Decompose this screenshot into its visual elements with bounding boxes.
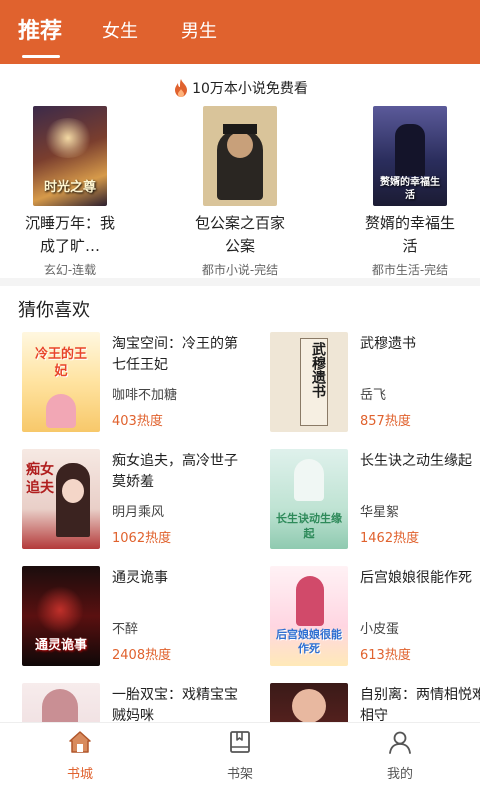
book-author: 咖啡不加糖 [112, 388, 178, 403]
book-cover: 武穆遗书 [270, 332, 348, 432]
bookshelf-icon [230, 731, 250, 753]
nav-bookshelf[interactable]: 书架 [200, 729, 280, 782]
book-cover: 长生诀动生缘起 [270, 449, 348, 549]
featured-book-title: 赘婿的幸福生活 [364, 214, 455, 255]
book-item-5[interactable]: 通灵诡事 通灵诡事 不醉 2408热度 [22, 566, 244, 670]
book-heat: 403热度 [112, 414, 163, 429]
section-title: 猜你喜欢 [18, 300, 90, 321]
book-title: 自别离：两情相悦难相守 [360, 687, 480, 724]
book-4-cover-lettering: 长生诀动生缘起 [276, 512, 342, 540]
book-title: 一胎双宝：戏精宝宝贼妈咪 [112, 687, 238, 724]
tab-boys-label: 男生 [181, 21, 217, 42]
book-heat: 1062热度 [112, 531, 172, 546]
featured-book-1[interactable]: 时光之尊 沉睡万年：我成了旷… 玄幻-连载 [20, 106, 120, 278]
book-title: 武穆遗书 [360, 336, 416, 352]
tab-girls[interactable]: 女生 [102, 0, 138, 64]
book-cover: 后宫娘娘很能作死 [270, 566, 348, 666]
nav-profile-label: 我的 [386, 767, 413, 782]
book-6-cover-lettering: 后宫娘娘很能作死 [276, 628, 342, 655]
nav-bookstore-label: 书城 [66, 767, 93, 782]
book-cover: 时光之尊 [33, 106, 107, 206]
book-title: 淘宝空间：冷王的第七任王妃 [112, 336, 238, 373]
book-author: 小皮蛋 [360, 622, 400, 637]
nav-profile[interactable]: 我的 [360, 729, 440, 782]
book-cover: 通灵诡事 [22, 566, 100, 666]
promo-banner[interactable]: 10万本小说免费看 [0, 76, 480, 100]
profile-icon [389, 731, 411, 754]
book-item-2[interactable]: 武穆遗书 武穆遗书 岳飞 857热度 [270, 332, 480, 436]
featured-3-cover-lettering: 赘婿的幸福生活 [380, 177, 440, 201]
book-author: 明月乘风 [112, 505, 165, 520]
section-divider [0, 278, 480, 286]
book-1-cover-lettering: 冷王的王妃 [34, 347, 87, 379]
book-heat: 857热度 [360, 414, 411, 429]
book-2-cover-lettering: 武穆遗书 [310, 342, 326, 398]
book-cover [203, 106, 277, 206]
book-cover: 赘婿的幸福生活 [373, 106, 447, 206]
book-item-4[interactable]: 长生诀动生缘起 长生诀之动生缘起 华星絮 1462热度 [270, 449, 480, 553]
home-icon [69, 731, 91, 753]
book-3-cover-lettering: 痴女追夫 [26, 462, 54, 496]
book-author: 岳飞 [360, 388, 387, 403]
book-author: 华星絮 [360, 505, 400, 520]
book-item-1[interactable]: 冷王的王妃 淘宝空间：冷王的第七任王妃 咖啡不加糖 403热度 [22, 332, 244, 436]
book-title: 长生诀之动生缘起 [360, 453, 472, 469]
featured-book-title: 沉睡万年：我成了旷… [24, 214, 115, 255]
book-title: 后宫娘娘很能作死 [360, 570, 472, 586]
bottom-nav: 书城 书架 我的 [0, 722, 480, 800]
book-cover: 痴女追夫 [22, 449, 100, 549]
nav-bookshelf-label: 书架 [226, 767, 253, 782]
featured-book-title: 包公案之百家公案 [194, 214, 285, 255]
top-tab-bar: 推荐 女生 男生 [0, 0, 480, 64]
book-item-6[interactable]: 后宫娘娘很能作死 后宫娘娘很能作死 小皮蛋 613热度 [270, 566, 480, 670]
book-5-cover-lettering: 通灵诡事 [34, 638, 87, 653]
featured-book-meta: 玄幻-连载 [43, 263, 97, 277]
featured-book-3[interactable]: 赘婿的幸福生活 赘婿的幸福生活 都市生活-完结 [360, 106, 460, 278]
tab-recommend-label: 推荐 [18, 19, 63, 44]
flame-icon [175, 79, 188, 97]
tab-girls-label: 女生 [102, 21, 138, 42]
active-tab-indicator [22, 55, 60, 58]
tab-boys[interactable]: 男生 [181, 0, 217, 64]
featured-book-2[interactable]: 包公案之百家公案 都市小说-完结 [190, 106, 290, 278]
book-heat: 2408热度 [112, 648, 172, 663]
book-heat: 613热度 [360, 648, 411, 663]
book-title: 痴女追夫，高冷世子莫娇羞 [112, 453, 238, 490]
promo-text: 10万本小说免费看 [192, 81, 308, 97]
featured-1-cover-lettering: 时光之尊 [43, 180, 96, 195]
featured-book-meta: 都市生活-完结 [371, 263, 449, 277]
nav-bookstore[interactable]: 书城 [40, 729, 120, 782]
tab-recommend[interactable]: 推荐 [18, 0, 62, 64]
book-cover: 冷王的王妃 [22, 332, 100, 432]
book-author: 不醉 [112, 622, 139, 637]
book-heat: 1462热度 [360, 531, 420, 546]
book-title: 通灵诡事 [112, 570, 168, 586]
featured-book-meta: 都市小说-完结 [201, 263, 279, 277]
book-item-3[interactable]: 痴女追夫 痴女追夫，高冷世子莫娇羞 明月乘风 1062热度 [22, 449, 244, 553]
